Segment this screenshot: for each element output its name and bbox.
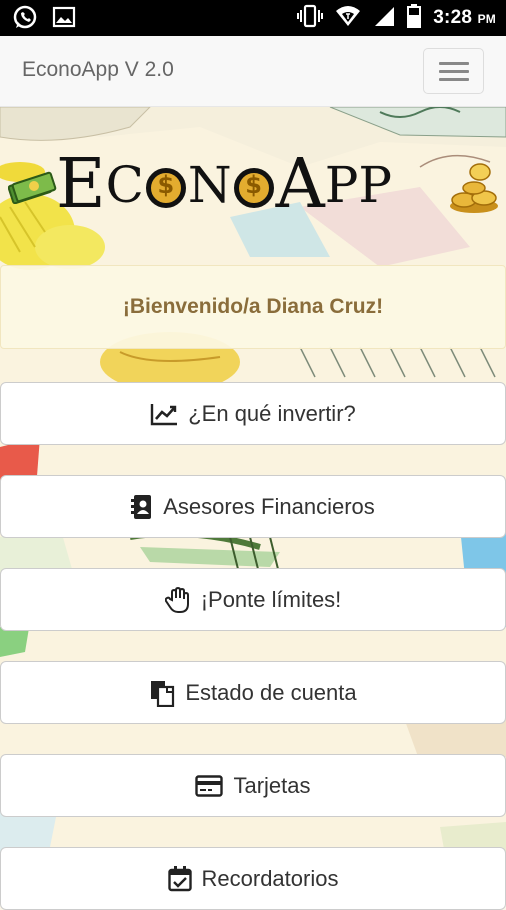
hamburger-icon-bar — [439, 70, 469, 73]
gold-coins-icon — [446, 162, 502, 219]
reminders-button-label: Recordatorios — [201, 865, 339, 891]
hamburger-icon-bar — [439, 78, 469, 81]
status-bar: 3:28 PM — [0, 0, 506, 36]
account-statement-button-label: Estado de cuenta — [185, 679, 357, 705]
navbar: EconoApp V 2.0 — [0, 36, 506, 107]
cards-button[interactable]: Tarjetas — [0, 754, 506, 817]
battery-icon — [407, 3, 422, 33]
reminders-button[interactable]: Recordatorios — [0, 847, 506, 910]
clock-time: 3:28 — [433, 7, 473, 28]
address-book-icon — [131, 494, 152, 519]
clock-suffix: PM — [477, 12, 496, 26]
copy-documents-icon — [151, 680, 175, 707]
logo-wordmark: E C $ N $ A P P — [56, 140, 392, 230]
welcome-message: ¡Bienvenido/a Diana Cruz! — [122, 295, 384, 318]
advisors-button[interactable]: Asesores Financieros — [0, 475, 506, 538]
econoapp-logo: E C $ N $ A P P — [0, 140, 506, 230]
logo-letter: C — [105, 156, 144, 214]
app-brand[interactable]: EconoApp V 2.0 — [22, 58, 174, 82]
set-limits-button-label: ¡Ponte límites! — [200, 586, 342, 612]
vibrate-icon — [297, 4, 324, 33]
calendar-check-icon — [167, 865, 192, 891]
dollar-coin-icon: $ — [233, 168, 274, 208]
cards-button-label: Tarjetas — [233, 772, 311, 798]
logo-letter: N — [187, 156, 232, 214]
signal-icon — [373, 5, 395, 32]
menu-toggle-button[interactable] — [423, 48, 484, 94]
invest-button[interactable]: ¿En qué invertir? — [0, 382, 506, 445]
hamburger-icon — [439, 62, 469, 65]
wifi-icon — [335, 4, 361, 33]
logo-letter: P — [358, 156, 393, 214]
logo-letter: A — [275, 145, 325, 224]
whatsapp-icon — [12, 5, 38, 36]
set-limits-button[interactable]: ¡Ponte límites! — [0, 568, 506, 631]
invest-button-label: ¿En qué invertir? — [188, 400, 356, 426]
dollar-coin-icon: $ — [145, 168, 186, 208]
welcome-banner: ¡Bienvenido/a Diana Cruz! — [0, 265, 506, 349]
logo-letter: E — [56, 145, 106, 224]
account-statement-button[interactable]: Estado de cuenta — [0, 661, 506, 724]
clock: 3:28 PM — [433, 7, 496, 29]
image-icon — [52, 5, 76, 36]
chart-line-icon — [151, 403, 178, 425]
advisors-button-label: Asesores Financieros — [163, 493, 375, 519]
hand-stop-icon — [164, 586, 189, 613]
credit-card-icon — [195, 774, 224, 797]
logo-letter: P — [324, 156, 359, 214]
money-stack-icon — [7, 170, 58, 209]
